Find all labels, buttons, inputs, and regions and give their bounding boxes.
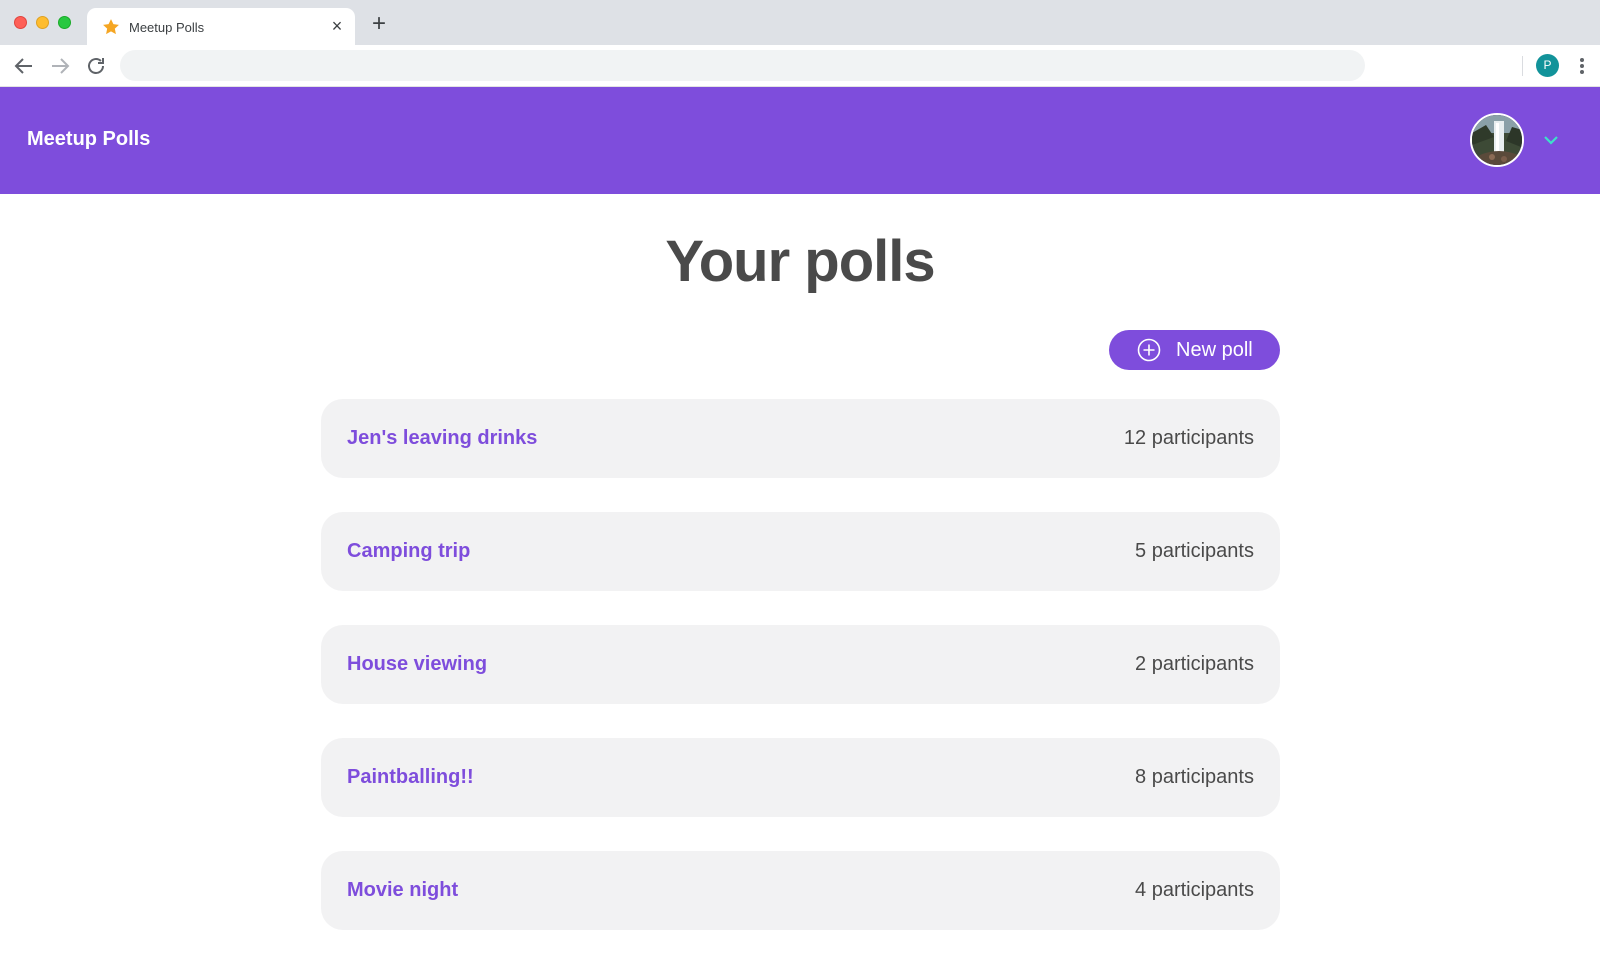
poll-card[interactable]: Movie night 4 participants: [321, 851, 1280, 930]
star-icon: [103, 19, 119, 35]
page-title: Your polls: [665, 229, 935, 294]
close-tab-icon[interactable]: ×: [327, 16, 347, 36]
reload-icon[interactable]: [84, 54, 108, 78]
avatar[interactable]: [1470, 113, 1524, 167]
browser-tab-strip: Meetup Polls × +: [0, 0, 1600, 45]
address-bar[interactable]: [120, 50, 1365, 81]
participant-count: 12 participants: [1123, 427, 1254, 449]
browser-toolbar: P: [0, 45, 1600, 87]
poll-card[interactable]: Jen's leaving drinks 12 participants: [321, 399, 1280, 478]
poll-name[interactable]: House viewing: [347, 653, 487, 676]
new-poll-button[interactable]: New poll: [1109, 330, 1280, 370]
tab-title: Meetup Polls: [129, 20, 205, 35]
app-brand[interactable]: Meetup Polls: [27, 128, 150, 151]
new-poll-label: New poll: [1176, 339, 1253, 361]
app-header: Meetup Polls: [0, 87, 1600, 194]
avatar-photo: [1472, 115, 1522, 165]
window-close-button[interactable]: [14, 16, 27, 29]
new-tab-icon[interactable]: +: [368, 12, 390, 36]
add-circle-icon: [1137, 338, 1161, 362]
participant-count: 8 participants: [1135, 766, 1254, 788]
back-arrow-icon[interactable]: [12, 54, 36, 78]
poll-name[interactable]: Paintballing!!: [347, 766, 474, 789]
participant-count: 4 participants: [1135, 879, 1254, 901]
window-minimize-button[interactable]: [36, 16, 49, 29]
chevron-down-icon[interactable]: [1540, 129, 1562, 151]
participant-count: 2 participants: [1135, 653, 1254, 675]
poll-name[interactable]: Movie night: [347, 879, 458, 902]
poll-name[interactable]: Jen's leaving drinks: [347, 427, 537, 450]
poll-card[interactable]: House viewing 2 participants: [321, 625, 1280, 704]
browser-tab[interactable]: Meetup Polls ×: [87, 8, 355, 45]
browser-profile-button[interactable]: P: [1536, 54, 1559, 77]
more-options-icon[interactable]: [1572, 54, 1592, 78]
participant-count: 5 participants: [1135, 540, 1254, 562]
poll-card[interactable]: Paintballing!! 8 participants: [321, 738, 1280, 817]
forward-arrow-icon[interactable]: [48, 54, 72, 78]
window-zoom-button[interactable]: [58, 16, 71, 29]
poll-list: Jen's leaving drinks 12 participants Cam…: [321, 399, 1280, 960]
poll-name[interactable]: Camping trip: [347, 540, 470, 563]
poll-card[interactable]: Camping trip 5 participants: [321, 512, 1280, 591]
toolbar-divider: [1522, 56, 1523, 76]
